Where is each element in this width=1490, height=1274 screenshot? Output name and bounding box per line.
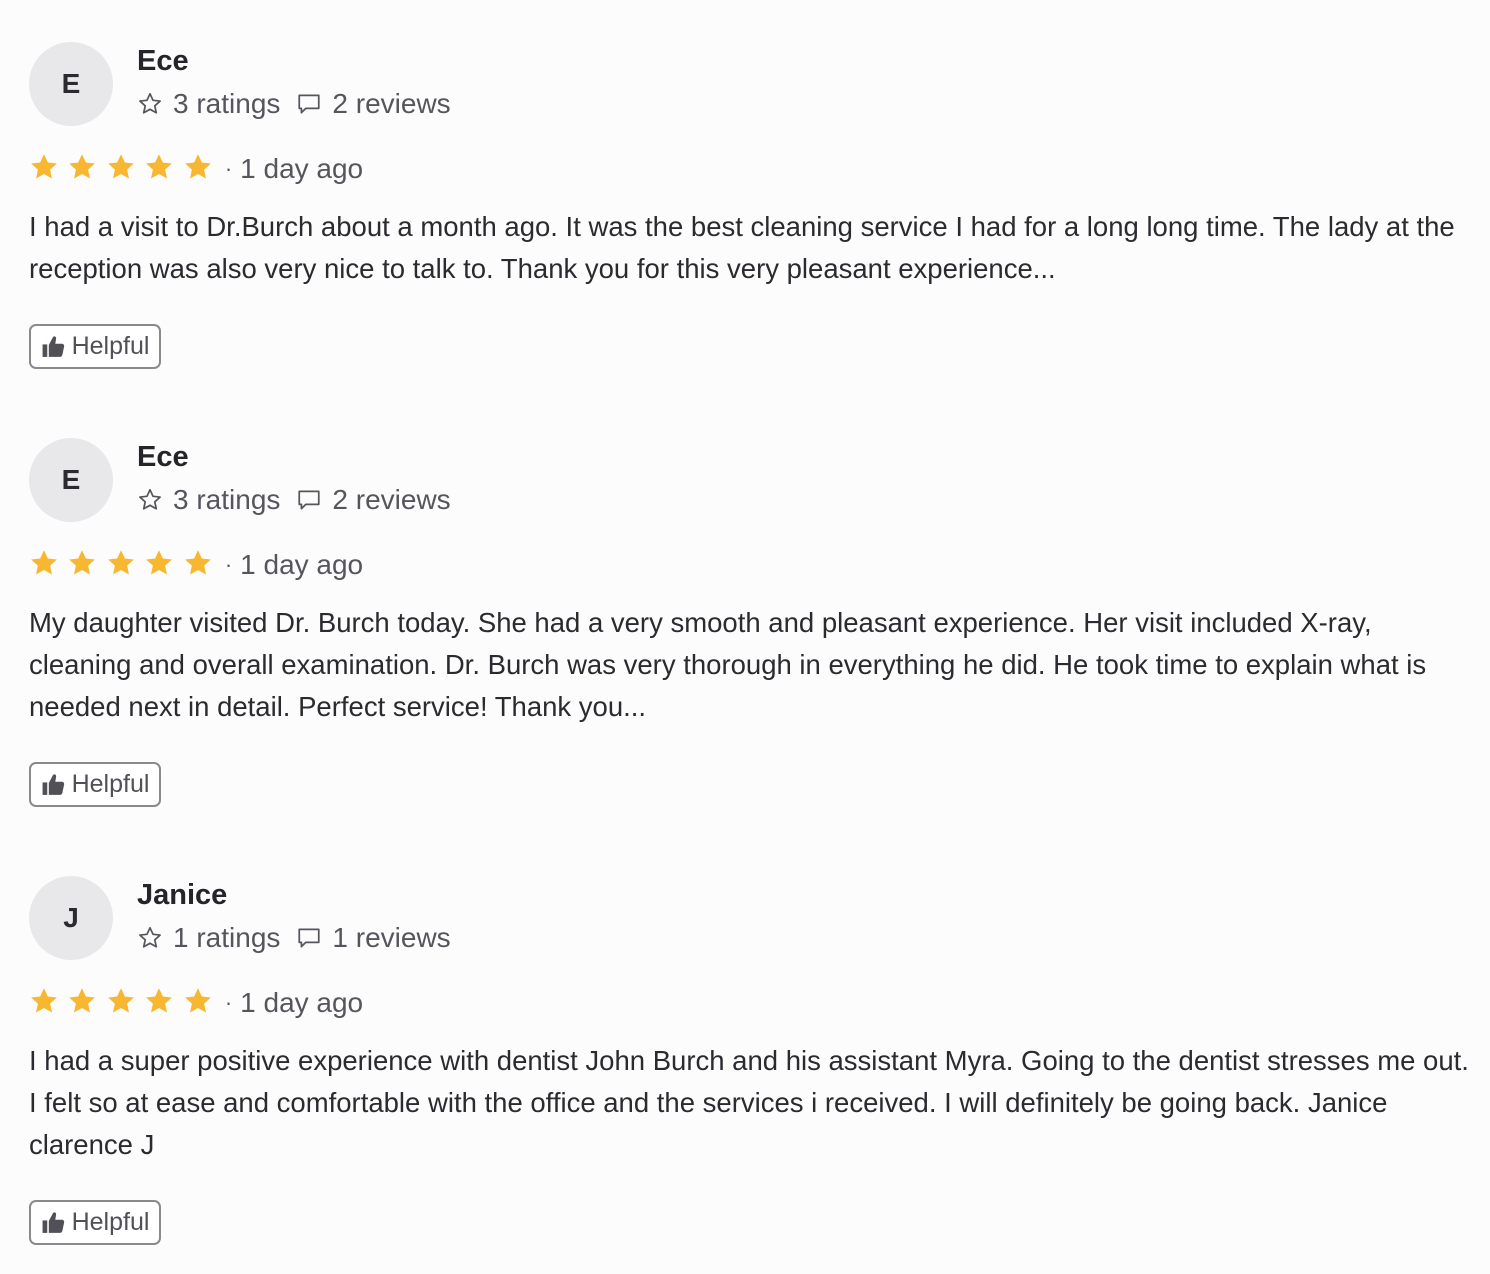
star-icon (69, 153, 96, 178)
star-icon (69, 987, 96, 1012)
thumbs-up-icon (42, 1212, 64, 1233)
review-text: I had a super positive experience with d… (29, 1045, 1469, 1160)
star-icon (108, 153, 134, 178)
separator-dot: · (224, 156, 233, 181)
review-date: 1 day ago (240, 549, 364, 580)
review-list: E Ece 3 ratings 2 reviews · 1 day ago I … (0, 0, 1490, 1274)
avatar: J (29, 876, 113, 960)
star-icon (31, 987, 57, 1012)
avatar: E (29, 438, 113, 522)
helpful-button[interactable]: Helpful (29, 762, 161, 807)
review-text: My daughter visited Dr. Burch today. She… (29, 607, 1427, 722)
star-outline-icon (139, 926, 161, 948)
star-icon (146, 987, 173, 1012)
star-rating (29, 152, 217, 187)
star-icon (146, 549, 173, 574)
comment-icon (298, 928, 321, 948)
separator-dot: · (224, 552, 233, 577)
reviewer-header: E Ece 3 ratings 2 reviews (29, 438, 1469, 522)
reviewer-name: Janice (137, 879, 228, 911)
star-outline-icon (139, 488, 161, 510)
comment-icon (298, 94, 321, 114)
helpful-button[interactable]: Helpful (29, 324, 161, 369)
star-icon (108, 549, 134, 574)
rating-row: · 1 day ago (29, 981, 363, 1025)
review-date: 1 day ago (240, 987, 364, 1018)
rating-row: · 1 day ago (29, 543, 363, 587)
review-card: E Ece 3 ratings 2 reviews · (29, 438, 1469, 807)
reviewer-stats: 3 ratings 2 reviews (137, 85, 467, 123)
star-icon (31, 549, 57, 574)
helpful-label: Helpful (71, 1208, 150, 1236)
star-icon (184, 987, 211, 1012)
ratings-count: 3 ratings (173, 484, 281, 515)
helpful-button[interactable]: Helpful (29, 1200, 161, 1245)
helpful-label: Helpful (71, 332, 150, 360)
review-card: E Ece 3 ratings 2 reviews · (29, 42, 1469, 369)
star-icon (146, 153, 173, 178)
review-date: 1 day ago (240, 153, 364, 184)
star-icon (31, 153, 57, 178)
reviewer-header: E Ece 3 ratings 2 reviews (29, 42, 1469, 126)
comment-icon (298, 490, 321, 510)
star-outline-icon (139, 92, 161, 114)
reviewer-stats: 3 ratings 2 reviews (137, 481, 467, 519)
thumbs-up-icon (42, 774, 64, 795)
ratings-count: 1 ratings (173, 922, 281, 953)
reviews-count: 2 reviews (332, 484, 451, 515)
rating-row: · 1 day ago (29, 147, 363, 191)
star-icon (184, 549, 211, 574)
star-rating (29, 548, 217, 583)
avatar: E (29, 42, 113, 126)
review-card: J Janice 1 ratings 1 reviews · 1 day ago… (29, 876, 1469, 1245)
separator-dot: · (224, 990, 233, 1015)
reviewer-stats: 1 ratings 1 reviews (137, 919, 467, 957)
thumbs-up-icon (42, 336, 64, 357)
reviewer-header: J Janice 1 ratings 1 reviews (29, 876, 1469, 960)
star-icon (69, 549, 96, 574)
helpful-label: Helpful (71, 770, 150, 798)
star-icon (108, 987, 134, 1012)
reviewer-name: Ece (137, 45, 189, 77)
star-rating (29, 986, 217, 1021)
review-text: I had a visit to Dr.Burch about a month … (29, 211, 1455, 284)
ratings-count: 3 ratings (173, 88, 281, 119)
star-icon (184, 153, 211, 178)
reviews-count: 2 reviews (332, 88, 451, 119)
reviewer-name: Ece (137, 441, 189, 473)
reviews-count: 1 reviews (332, 922, 451, 953)
